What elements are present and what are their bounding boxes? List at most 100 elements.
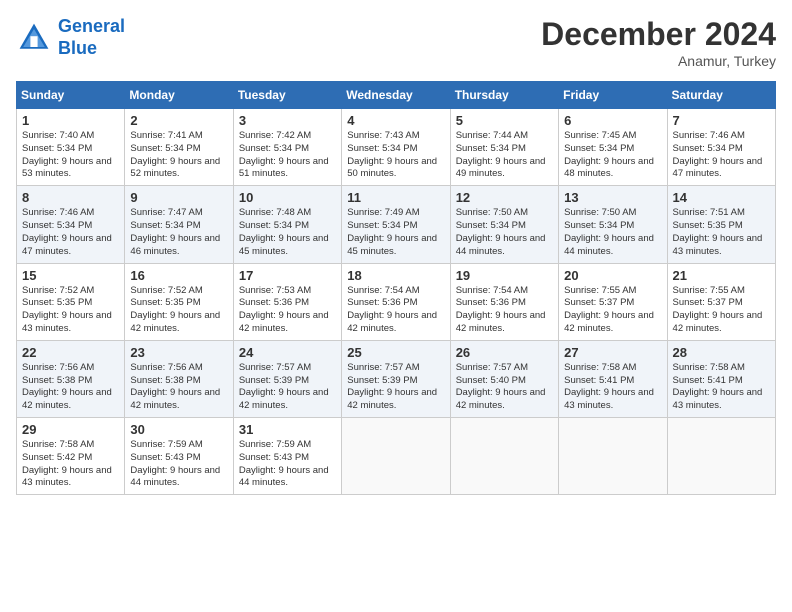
day-number: 23 [130, 345, 227, 360]
calendar-cell: 31Sunrise: 7:59 AMSunset: 5:43 PMDayligh… [233, 418, 341, 495]
calendar-cell [342, 418, 450, 495]
day-number: 11 [347, 190, 444, 205]
day-number: 4 [347, 113, 444, 128]
calendar-cell: 9 Sunrise: 7:47 AMSunset: 5:34 PMDaylight… [125, 186, 233, 263]
weekday-header-sunday: Sunday [17, 82, 125, 109]
calendar-cell: 13Sunrise: 7:50 AMSunset: 5:34 PMDayligh… [559, 186, 667, 263]
day-number: 21 [673, 268, 770, 283]
calendar-cell: 21 Sunrise: 7:55 AMSunset: 5:37 PMDayligh… [667, 263, 775, 340]
calendar-cell [450, 418, 558, 495]
weekday-header-friday: Friday [559, 82, 667, 109]
day-number: 3 [239, 113, 336, 128]
day-number: 14 [673, 190, 770, 205]
day-info: Sunrise: 7:57 AMSunset: 5:39 PMDaylight:… [239, 362, 336, 413]
day-number: 2 [130, 113, 227, 128]
day-number: 28 [673, 345, 770, 360]
day-info: Sunrise: 7:59 AMSunset: 5:43 PMDaylight:… [130, 439, 227, 490]
day-info: Sunrise: 7:49 AMSunset: 5:34 PMDaylight:… [347, 207, 444, 258]
day-info: Sunrise: 7:57 AMSunset: 5:40 PMDaylight:… [456, 362, 553, 413]
calendar-cell: 3 Sunrise: 7:42 AMSunset: 5:34 PMDaylight… [233, 109, 341, 186]
calendar-cell: 12 Sunrise: 7:50 AMSunset: 5:34 PMDayligh… [450, 186, 558, 263]
day-info: Sunrise: 7:53 AMSunset: 5:36 PMDaylight:… [239, 285, 336, 336]
calendar-cell: 7 Sunrise: 7:46 AMSunset: 5:34 PMDaylight… [667, 109, 775, 186]
logo-icon [16, 20, 52, 56]
day-info: Sunrise: 7:52 AMSunset: 5:35 PMDaylight:… [22, 285, 119, 336]
calendar-cell: 28 Sunrise: 7:58 AMSunset: 5:41 PMDayligh… [667, 340, 775, 417]
day-info: Sunrise: 7:44 AMSunset: 5:34 PMDaylight:… [456, 130, 553, 181]
day-number: 20 [564, 268, 661, 283]
day-info: Sunrise: 7:56 AMSunset: 5:38 PMDaylight:… [130, 362, 227, 413]
calendar-cell: 10 Sunrise: 7:48 AMSunset: 5:34 PMDayligh… [233, 186, 341, 263]
calendar-cell: 17 Sunrise: 7:53 AMSunset: 5:36 PMDayligh… [233, 263, 341, 340]
weekday-header-monday: Monday [125, 82, 233, 109]
calendar-cell: 22Sunrise: 7:56 AMSunset: 5:38 PMDayligh… [17, 340, 125, 417]
day-info: Sunrise: 7:48 AMSunset: 5:34 PMDaylight:… [239, 207, 336, 258]
weekday-header-thursday: Thursday [450, 82, 558, 109]
calendar-week-row: 8 Sunrise: 7:46 AMSunset: 5:34 PMDaylight… [17, 186, 776, 263]
calendar-cell: 1Sunrise: 7:40 AMSunset: 5:34 PMDaylight… [17, 109, 125, 186]
calendar-cell: 14 Sunrise: 7:51 AMSunset: 5:35 PMDayligh… [667, 186, 775, 263]
day-info: Sunrise: 7:54 AMSunset: 5:36 PMDaylight:… [456, 285, 553, 336]
weekday-header-saturday: Saturday [667, 82, 775, 109]
day-info: Sunrise: 7:46 AMSunset: 5:34 PMDaylight:… [673, 130, 770, 181]
day-number: 25 [347, 345, 444, 360]
day-number: 17 [239, 268, 336, 283]
calendar-cell: 24 Sunrise: 7:57 AMSunset: 5:39 PMDayligh… [233, 340, 341, 417]
day-number: 10 [239, 190, 336, 205]
day-number: 24 [239, 345, 336, 360]
day-info: Sunrise: 7:52 AMSunset: 5:35 PMDaylight:… [130, 285, 227, 336]
day-info: Sunrise: 7:58 AMSunset: 5:41 PMDaylight:… [673, 362, 770, 413]
day-info: Sunrise: 7:43 AMSunset: 5:34 PMDaylight:… [347, 130, 444, 181]
day-number: 5 [456, 113, 553, 128]
calendar-cell: 15 Sunrise: 7:52 AMSunset: 5:35 PMDayligh… [17, 263, 125, 340]
day-number: 7 [673, 113, 770, 128]
day-number: 19 [456, 268, 553, 283]
location: Anamur, Turkey [541, 53, 776, 69]
day-number: 27 [564, 345, 661, 360]
calendar-cell: 8 Sunrise: 7:46 AMSunset: 5:34 PMDaylight… [17, 186, 125, 263]
calendar-cell: 23 Sunrise: 7:56 AMSunset: 5:38 PMDayligh… [125, 340, 233, 417]
day-info: Sunrise: 7:54 AMSunset: 5:36 PMDaylight:… [347, 285, 444, 336]
day-number: 9 [130, 190, 227, 205]
calendar-cell: 19 Sunrise: 7:54 AMSunset: 5:36 PMDayligh… [450, 263, 558, 340]
calendar-cell: 30Sunrise: 7:59 AMSunset: 5:43 PMDayligh… [125, 418, 233, 495]
calendar-cell: 5 Sunrise: 7:44 AMSunset: 5:34 PMDaylight… [450, 109, 558, 186]
weekday-header-tuesday: Tuesday [233, 82, 341, 109]
calendar-cell: 16Sunrise: 7:52 AMSunset: 5:35 PMDayligh… [125, 263, 233, 340]
calendar-table: SundayMondayTuesdayWednesdayThursdayFrid… [16, 81, 776, 495]
weekday-header-wednesday: Wednesday [342, 82, 450, 109]
day-number: 13 [564, 190, 661, 205]
calendar-cell: 26 Sunrise: 7:57 AMSunset: 5:40 PMDayligh… [450, 340, 558, 417]
day-number: 18 [347, 268, 444, 283]
day-info: Sunrise: 7:42 AMSunset: 5:34 PMDaylight:… [239, 130, 336, 181]
calendar-week-row: 22Sunrise: 7:56 AMSunset: 5:38 PMDayligh… [17, 340, 776, 417]
calendar-cell: 29Sunrise: 7:58 AMSunset: 5:42 PMDayligh… [17, 418, 125, 495]
day-number: 6 [564, 113, 661, 128]
day-info: Sunrise: 7:46 AMSunset: 5:34 PMDaylight:… [22, 207, 119, 258]
day-info: Sunrise: 7:57 AMSunset: 5:39 PMDaylight:… [347, 362, 444, 413]
day-number: 26 [456, 345, 553, 360]
calendar-cell: 20 Sunrise: 7:55 AMSunset: 5:37 PMDayligh… [559, 263, 667, 340]
day-info: Sunrise: 7:40 AMSunset: 5:34 PMDaylight:… [22, 130, 119, 181]
day-info: Sunrise: 7:45 AMSunset: 5:34 PMDaylight:… [564, 130, 661, 181]
calendar-cell: 11 Sunrise: 7:49 AMSunset: 5:34 PMDayligh… [342, 186, 450, 263]
day-info: Sunrise: 7:51 AMSunset: 5:35 PMDaylight:… [673, 207, 770, 258]
day-info: Sunrise: 7:56 AMSunset: 5:38 PMDaylight:… [22, 362, 119, 413]
day-number: 29 [22, 422, 119, 437]
page-header: General Blue December 2024 Anamur, Turke… [16, 16, 776, 69]
day-info: Sunrise: 7:58 AMSunset: 5:41 PMDaylight:… [564, 362, 661, 413]
day-info: Sunrise: 7:47 AMSunset: 5:34 PMDaylight:… [130, 207, 227, 258]
calendar-cell: 25 Sunrise: 7:57 AMSunset: 5:39 PMDayligh… [342, 340, 450, 417]
day-info: Sunrise: 7:55 AMSunset: 5:37 PMDaylight:… [564, 285, 661, 336]
logo: General Blue [16, 16, 125, 59]
day-number: 12 [456, 190, 553, 205]
calendar-cell: 18 Sunrise: 7:54 AMSunset: 5:36 PMDayligh… [342, 263, 450, 340]
calendar-cell: 27 Sunrise: 7:58 AMSunset: 5:41 PMDayligh… [559, 340, 667, 417]
day-number: 8 [22, 190, 119, 205]
calendar-cell [559, 418, 667, 495]
day-info: Sunrise: 7:55 AMSunset: 5:37 PMDaylight:… [673, 285, 770, 336]
day-info: Sunrise: 7:59 AMSunset: 5:43 PMDaylight:… [239, 439, 336, 490]
day-info: Sunrise: 7:50 AMSunset: 5:34 PMDaylight:… [456, 207, 553, 258]
calendar-header-row: SundayMondayTuesdayWednesdayThursdayFrid… [17, 82, 776, 109]
day-number: 15 [22, 268, 119, 283]
